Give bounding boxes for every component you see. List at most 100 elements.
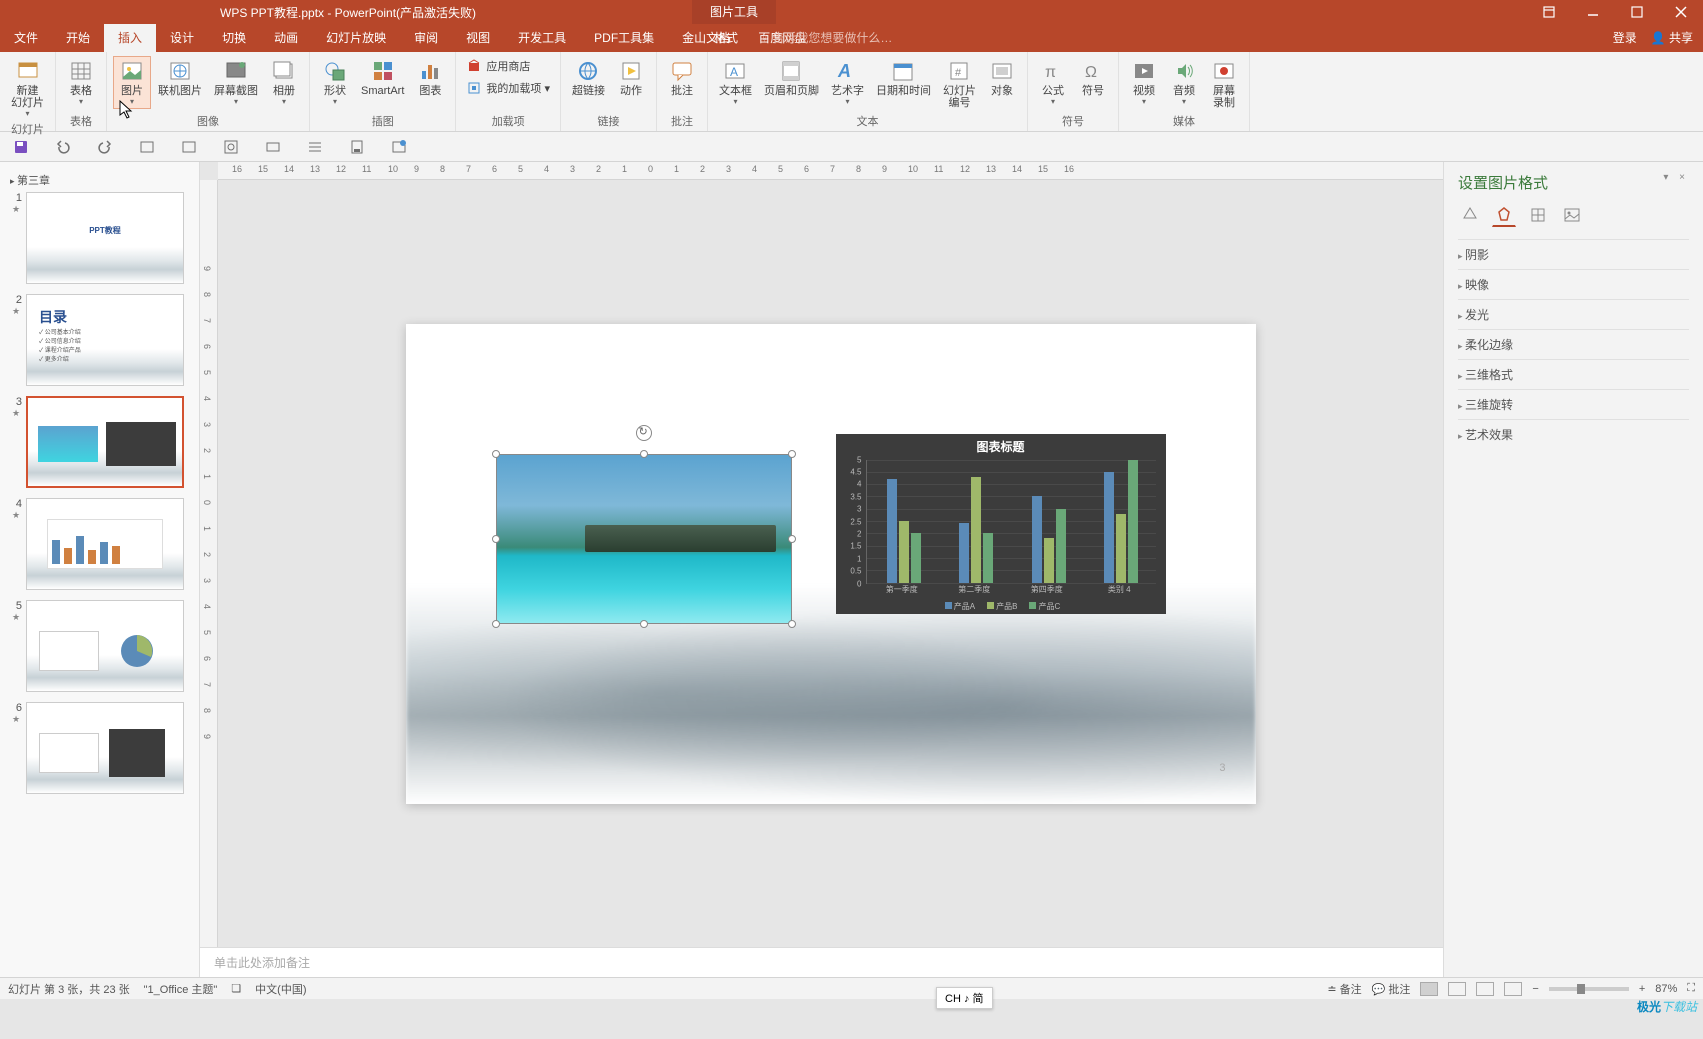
album-button[interactable]: 相册▾ [265,56,303,109]
picture-icon[interactable] [1560,203,1584,227]
notes-pane[interactable]: 单击此处添加备注 [200,947,1443,977]
qat-btn-10[interactable] [390,138,408,156]
slide-thumbnail-5[interactable] [26,600,184,692]
format-section-三维旋转[interactable]: 三维旋转 [1458,389,1689,419]
ribbon-display-options-icon[interactable] [1527,0,1571,24]
table-button[interactable]: 表格▾ [62,56,100,109]
redo-icon[interactable] [96,138,114,156]
zoom-in-icon[interactable]: + [1639,983,1645,995]
screen-record-button[interactable]: 屏幕录制 [1205,56,1243,112]
format-section-阴影[interactable]: 阴影 [1458,239,1689,269]
spell-check-icon[interactable]: ❏ [231,982,241,995]
save-icon[interactable] [12,138,30,156]
format-section-三维格式[interactable]: 三维格式 [1458,359,1689,389]
notes-toggle[interactable]: ≐ 备注 [1327,981,1361,997]
my-addins-button[interactable]: 我的加载项 ▾ [462,78,554,98]
wordart-button[interactable]: A艺术字▾ [826,56,869,112]
shapes-button[interactable]: 形状▾ [316,56,354,109]
resize-handle[interactable] [492,620,500,628]
symbol-button[interactable]: Ω符号 [1074,56,1112,109]
slide-thumbnail-1[interactable]: PPT教程 [26,192,184,284]
section-header[interactable]: 第三章 [10,168,189,192]
fill-line-icon[interactable] [1458,203,1482,227]
tab-设计[interactable]: 设计 [156,24,208,52]
resize-handle[interactable] [640,620,648,628]
screenshot-button[interactable]: 屏幕截图▾ [209,56,263,109]
tab-开始[interactable]: 开始 [52,24,104,52]
qat-btn-8[interactable] [306,138,324,156]
object-button[interactable]: 对象 [983,56,1021,112]
slide-counter[interactable]: 幻灯片 第 3 张，共 23 张 [8,981,130,997]
selected-picture[interactable] [496,454,792,624]
zoom-slider[interactable] [1549,987,1629,991]
resize-handle[interactable] [640,450,648,458]
maximize-icon[interactable] [1615,0,1659,24]
tab-文件[interactable]: 文件 [0,24,52,52]
close-icon[interactable] [1659,0,1703,24]
slide-number-button[interactable]: #幻灯片编号 [938,56,981,112]
resize-handle[interactable] [492,535,500,543]
resize-handle[interactable] [492,450,500,458]
minimize-icon[interactable] [1571,0,1615,24]
video-button[interactable]: 视频▾ [1125,56,1163,112]
qat-btn-9[interactable] [348,138,366,156]
qat-btn-7[interactable] [264,138,282,156]
tell-me-input[interactable]: ♀ 告诉我您想要做什么… [760,24,892,52]
normal-view-icon[interactable] [1420,982,1438,996]
format-section-柔化边缘[interactable]: 柔化边缘 [1458,329,1689,359]
slide-viewport[interactable]: 3 [218,180,1443,947]
equation-button[interactable]: π公式▾ [1034,56,1072,109]
zoom-level[interactable]: 87% [1655,983,1677,995]
zoom-out-icon[interactable]: − [1532,983,1538,995]
comment-button[interactable]: 批注 [663,56,701,100]
slide-thumbnail-6[interactable] [26,702,184,794]
tab-插入[interactable]: 插入 [104,24,156,52]
qat-btn-4[interactable] [138,138,156,156]
new-slide-button[interactable]: 新建幻灯片▾ [6,56,49,121]
slide-thumbnail-3[interactable] [26,396,184,488]
resize-handle[interactable] [788,620,796,628]
qat-btn-6[interactable] [222,138,240,156]
tab-PDF工具集[interactable]: PDF工具集 [580,24,668,52]
sorter-view-icon[interactable] [1448,982,1466,996]
rotate-handle-icon[interactable] [636,425,652,441]
slide-thumbnail-panel[interactable]: 第三章 1★PPT教程2★目录✓ 公司基本介绍✓ 公司信息介绍✓ 课程介绍产品✓… [0,162,200,977]
textbox-button[interactable]: A文本框▾ [714,56,757,112]
size-properties-icon[interactable] [1526,203,1550,227]
hyperlink-button[interactable]: 超链接 [567,56,610,100]
comments-toggle[interactable]: 💬 批注 [1372,981,1411,997]
tab-开发工具[interactable]: 开发工具 [504,24,580,52]
tab-视图[interactable]: 视图 [452,24,504,52]
smartart-button[interactable]: SmartArt [356,56,409,109]
slide[interactable]: 3 [406,324,1256,804]
header-footer-button[interactable]: 页眉和页脚 [759,56,824,112]
qat-btn-5[interactable] [180,138,198,156]
tab-动画[interactable]: 动画 [260,24,312,52]
tab-审阅[interactable]: 审阅 [400,24,452,52]
login-button[interactable]: 登录 [1613,24,1637,52]
embedded-chart[interactable]: 图表标题 00.511.522.533.544.55 第一季度第二季度第四季度类… [836,434,1166,614]
tab-切换[interactable]: 切换 [208,24,260,52]
slide-thumbnail-2[interactable]: 目录✓ 公司基本介绍✓ 公司信息介绍✓ 课程介绍产品✓ 更多介绍 [26,294,184,386]
slideshow-view-icon[interactable] [1504,982,1522,996]
date-time-button[interactable]: 日期和时间 [871,56,936,112]
format-section-艺术效果[interactable]: 艺术效果 [1458,419,1689,449]
online-picture-button[interactable]: 联机图片 [153,56,207,109]
action-button[interactable]: 动作 [612,56,650,100]
resize-handle[interactable] [788,535,796,543]
ime-indicator[interactable]: CH ♪ 简 [936,987,993,1009]
app-store-button[interactable]: 应用商店 [462,56,554,76]
share-button[interactable]: 👤 共享 [1651,24,1693,52]
audio-button[interactable]: 音频▾ [1165,56,1203,112]
language-indicator[interactable]: 中文(中国) [255,981,306,997]
tab-幻灯片放映[interactable]: 幻灯片放映 [312,24,400,52]
undo-icon[interactable] [54,138,72,156]
chart-button[interactable]: 图表 [411,56,449,109]
format-section-发光[interactable]: 发光 [1458,299,1689,329]
tab-format[interactable]: 格式 [692,24,760,52]
format-section-映像[interactable]: 映像 [1458,269,1689,299]
effects-icon[interactable] [1492,203,1516,227]
slide-thumbnail-4[interactable] [26,498,184,590]
reading-view-icon[interactable] [1476,982,1494,996]
fit-window-icon[interactable]: ⛶ [1687,982,1695,995]
